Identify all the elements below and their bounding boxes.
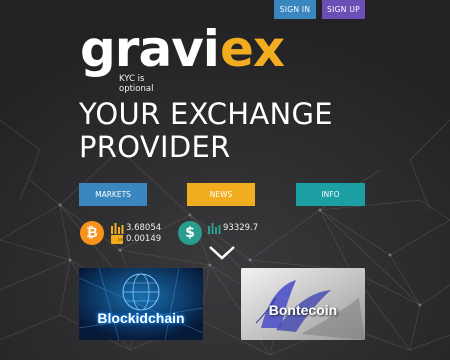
wallet-icon (111, 235, 123, 244)
btc-price: 0.00149 (126, 234, 162, 244)
blockidchain-image (79, 268, 203, 340)
sign-in-button[interactable]: SIGN IN (274, 0, 316, 19)
dollar-icon: $ (178, 221, 202, 245)
hero-headline: YOUR EXCHANGE PROVIDER (79, 98, 333, 164)
markets-button[interactable]: MARKETS (79, 183, 147, 206)
info-button[interactable]: INFO (296, 183, 365, 206)
chevron-down-icon[interactable] (208, 245, 236, 261)
btc-volume: 3.68054 (126, 223, 162, 233)
blockidchain-card[interactable]: Blockidchain (79, 268, 203, 340)
graviex-logo[interactable]: gravi ex (80, 20, 295, 84)
usd-volume: 93329.7 (223, 223, 259, 233)
bitcoin-icon: ₿ (80, 221, 104, 245)
blockidchain-title: Blockidchain (97, 310, 185, 326)
news-button[interactable]: NEWS (187, 183, 255, 206)
hero-line-2: PROVIDER (79, 130, 231, 164)
bar-chart-icon (208, 223, 221, 234)
kyc-tagline: KYC is optional (119, 74, 154, 94)
sign-up-button[interactable]: SIGN UP (322, 0, 365, 19)
hero-line-1: YOUR EXCHANGE (79, 97, 333, 131)
bontecoin-card[interactable]: Bontecoin (241, 268, 365, 340)
logo-suffix: ex (220, 24, 285, 78)
logo-prefix: gravi (80, 24, 219, 78)
bontecoin-title: Bontecoin (268, 302, 338, 318)
